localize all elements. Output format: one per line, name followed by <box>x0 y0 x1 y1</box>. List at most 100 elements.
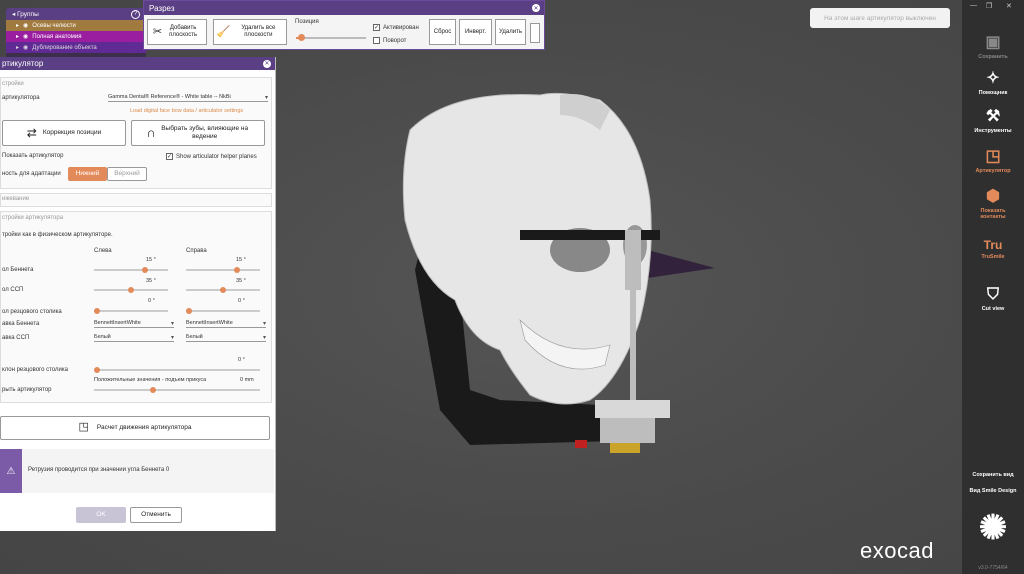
articulator-select[interactable]: Gamma Dental® Reference® - White table -… <box>108 93 268 102</box>
arch-icon: ∩ <box>146 125 156 141</box>
scissors-icon: ✂ <box>152 25 163 38</box>
incisal-tilt-slider[interactable] <box>94 367 260 373</box>
position-label: Позиция <box>295 19 319 25</box>
left-column-header: Слева <box>94 248 112 254</box>
exocad-logo: exocad <box>860 538 934 563</box>
mm-value[interactable]: 0 mm <box>240 377 254 383</box>
groups-title: Группы <box>17 10 39 18</box>
bennett-left-value[interactable]: 15 ° <box>146 257 156 263</box>
delete-button[interactable]: Удалить <box>495 19 526 45</box>
open-articulator-slider[interactable] <box>94 387 260 393</box>
incisal-right-slider[interactable] <box>186 308 260 314</box>
collapsed-section-label: ижевание <box>2 196 30 202</box>
show-articulator-checkbox[interactable]: Показать артикулятор <box>2 153 63 159</box>
close-icon[interactable]: ✕ <box>263 59 271 68</box>
incisal-left-slider[interactable] <box>94 308 168 314</box>
bennett-insert-left-select[interactable]: BennettInsertWhite ▾ <box>94 319 174 328</box>
ssp-insert-right-select[interactable]: Белый ▾ <box>186 333 266 342</box>
restore-icon[interactable]: ❐ <box>986 2 992 10</box>
articulator-settings-header[interactable]: стройки артикулятора <box>2 215 63 221</box>
incisal-right-value[interactable]: 0 ° <box>238 298 245 304</box>
articulator-settings-section <box>0 211 272 403</box>
eye-icon[interactable]: ◉ <box>23 44 28 51</box>
version-label: v3.0-7754/64 <box>978 565 1008 571</box>
bennett-insert-right-select[interactable]: BennettInsertWhite ▾ <box>186 319 266 328</box>
ok-button[interactable]: OK <box>76 507 126 523</box>
load-settings-link[interactable]: Load digital face bow data / articulator… <box>130 108 243 114</box>
articulator-icon: ◳ <box>78 421 89 434</box>
add-plane-button[interactable]: ✂ Добавить плоскость <box>147 19 207 45</box>
lower-jaw-toggle[interactable]: Нижний <box>68 167 107 181</box>
upper-jaw-toggle[interactable]: Верхний <box>107 167 147 181</box>
ssp-left-value[interactable]: 35 ° <box>146 278 156 284</box>
ssp-insert-left-select[interactable]: Белый ▾ <box>94 333 174 342</box>
positive-values-note: Положительные значения - подъем прикуса <box>94 377 207 383</box>
bennett-angle-label: ол Беннета <box>2 267 34 273</box>
eye-icon[interactable]: ◉ <box>23 33 28 40</box>
sidebar-item-assistant[interactable]: ✧ Помощник <box>962 68 1024 96</box>
group-item[interactable]: ▸ ◉ Осевы челюсти <box>6 20 146 31</box>
bennett-right-value[interactable]: 15 ° <box>236 257 246 263</box>
open-articulator-label: рыть артикулятор <box>2 387 52 393</box>
position-slider[interactable] <box>296 34 366 41</box>
articulator-dialog: ртикулятор ✕ стройки артикулятора Gamma … <box>0 57 276 531</box>
physical-settings-note: тройки как в физическом артикуляторе. <box>2 232 113 238</box>
collapsed-section[interactable] <box>0 193 272 207</box>
ssp-right-slider[interactable] <box>186 287 260 293</box>
tilt-value[interactable]: 0 ° <box>238 357 245 363</box>
broom-icon: 🧹 <box>216 25 231 38</box>
groups-panel: ◂ Группы ? ▸ ◉ Осевы челюсти ▸ ◉ Полная ан… <box>6 8 146 58</box>
close-icon[interactable]: ✕ <box>532 4 540 12</box>
sidebar-item-articulator[interactable]: ◳ Артикулятор <box>962 146 1024 174</box>
tooth-icon: ⛉ <box>986 286 999 303</box>
groups-header[interactable]: ◂ Группы ? <box>6 8 146 20</box>
incisal-table-label: ол резцового столика <box>2 309 62 315</box>
invert-button[interactable]: Инверт. <box>459 19 492 45</box>
sidebar-item-tools[interactable]: ⚒ Инструменты <box>962 106 1024 134</box>
save-icon: ▣ <box>985 34 1001 51</box>
bennett-right-slider[interactable] <box>186 267 260 273</box>
incisal-left-value[interactable]: 0 ° <box>148 298 155 304</box>
warning-icon: ⚠ <box>0 449 22 493</box>
eye-icon[interactable]: ◉ <box>23 22 28 29</box>
ssp-angle-label: ол ССП <box>2 287 24 293</box>
trusmile-icon: Tru <box>983 238 1003 252</box>
adaptation-label: ность для адаптации <box>2 171 61 177</box>
select-teeth-button[interactable]: ∩ Выбрать зубы, влияющие на ведение <box>131 120 265 146</box>
articulator-icon: ◳ <box>985 148 1001 165</box>
wand-icon: ✧ <box>986 70 1000 87</box>
skull-logo-icon: ✺ <box>978 509 1008 547</box>
sidebar-item-contacts[interactable]: ⬢ Показать контакты <box>962 186 1024 220</box>
articulator-dialog-title: ртикулятор ✕ <box>0 57 275 70</box>
warning-box: ⚠ Ретрузия проводится при значении угла … <box>0 449 274 493</box>
window-close-icon[interactable]: ✕ <box>1006 2 1012 10</box>
reset-button[interactable]: Сброс <box>429 19 456 45</box>
group-item[interactable]: ▸ ◉ Дублирование объекта <box>6 42 146 53</box>
swap-arrows-icon: ⇄ <box>26 125 37 140</box>
color-swatch-button[interactable] <box>530 23 540 43</box>
ssp-left-slider[interactable] <box>94 287 168 293</box>
section-toolbar-title: Разрез ✕ <box>144 1 544 15</box>
ssp-right-value[interactable]: 35 ° <box>236 278 246 284</box>
settings-header[interactable]: стройки <box>2 81 24 87</box>
contacts-icon: ⬢ <box>986 188 1000 205</box>
save-view-button[interactable]: Сохранить вид <box>962 472 1024 478</box>
minimize-icon[interactable]: — <box>970 2 977 9</box>
smile-design-view-button[interactable]: Вид Smile Design <box>962 488 1024 494</box>
help-icon[interactable]: ? <box>131 9 140 19</box>
activated-checkbox[interactable]: ✓ Активирован <box>373 24 419 31</box>
status-notification: На этом шаге артикулятор выключен <box>810 8 950 28</box>
cancel-button[interactable]: Отменить <box>130 507 182 523</box>
sidebar-item-trusmile[interactable]: Tru TruSmile <box>962 238 1024 260</box>
sidebar-item-cut-view[interactable]: ⛉ Cut view <box>962 286 1024 312</box>
correct-position-button[interactable]: ⇄ Коррекция позиции <box>2 120 126 146</box>
bennett-left-slider[interactable] <box>94 267 168 273</box>
show-helper-planes-checkbox[interactable]: ✓ Show articulator helper planes <box>166 153 257 160</box>
ssp-insert-label: авка ССП <box>2 335 30 341</box>
sidebar-item-save[interactable]: ▣ Сохранить <box>962 32 1024 60</box>
group-item[interactable]: ▸ ◉ Полная анатомия <box>6 31 146 42</box>
delete-planes-button[interactable]: 🧹 Удалить все плоскости <box>213 19 287 45</box>
tools-icon: ⚒ <box>985 108 1001 125</box>
rotation-checkbox[interactable]: Поворот <box>373 37 406 44</box>
calculate-movement-button[interactable]: ◳ Расчет движения артикулятора <box>0 416 270 440</box>
